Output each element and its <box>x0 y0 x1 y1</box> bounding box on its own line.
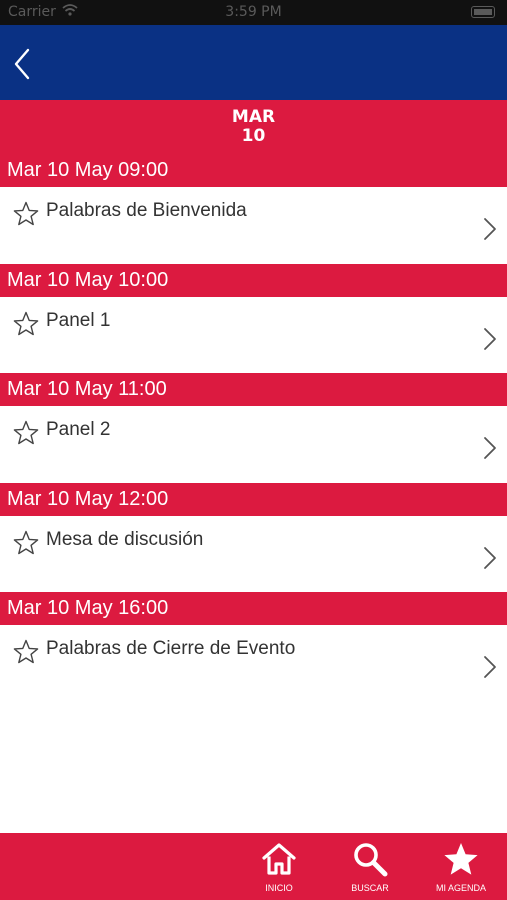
session-time-header: Mar 10 May 09:00 <box>0 154 507 187</box>
navigation-bar <box>0 25 507 100</box>
day-header-day: 10 <box>241 126 266 146</box>
status-bar: Carrier 3:59 PM <box>0 0 507 25</box>
favorite-star-icon[interactable] <box>13 530 39 556</box>
session-row[interactable]: Panel 2 <box>0 406 507 483</box>
day-header: MAR 10 <box>0 100 507 154</box>
chevron-right-icon <box>484 218 496 240</box>
chevron-right-icon <box>484 437 496 459</box>
tab-buscar-label: BUSCAR <box>351 883 389 893</box>
session-slot: Mar 10 May 11:00 Panel 2 <box>0 373 507 483</box>
tab-inicio[interactable]: INICIO <box>234 833 324 900</box>
session-time-header: Mar 10 May 10:00 <box>0 263 507 297</box>
tab-inicio-label: INICIO <box>265 883 293 893</box>
battery-icon <box>471 6 495 18</box>
session-title: Panel 1 <box>46 309 111 331</box>
session-time-header: Mar 10 May 12:00 <box>0 482 507 516</box>
session-title: Palabras de Cierre de Evento <box>46 638 296 659</box>
day-header-weekday: MAR <box>231 107 276 127</box>
session-slot: Mar 10 May 12:00 Mesa de discusión <box>0 482 507 592</box>
favorite-star-icon[interactable] <box>13 420 39 446</box>
tab-bar: INICIO BUSCAR MI AGENDA <box>0 833 507 900</box>
tab-mi-agenda[interactable]: MI AGENDA <box>416 833 506 900</box>
tab-buscar[interactable]: BUSCAR <box>325 833 415 900</box>
session-slot: Mar 10 May 16:00 Palabras de Cierre de E… <box>0 592 507 702</box>
chevron-right-icon <box>484 546 496 569</box>
session-time-header: Mar 10 May 11:00 <box>0 373 507 406</box>
favorite-star-icon[interactable] <box>13 311 39 337</box>
star-icon <box>444 843 478 875</box>
search-icon <box>354 843 388 877</box>
favorite-star-icon[interactable] <box>13 639 39 665</box>
session-time-header: Mar 10 May 16:00 <box>0 592 507 625</box>
chevron-right-icon <box>484 327 496 350</box>
session-row[interactable]: Palabras de Cierre de Evento <box>0 625 507 702</box>
clock: 3:59 PM <box>225 4 282 20</box>
session-row[interactable]: Mesa de discusión <box>0 515 507 592</box>
chevron-right-icon <box>484 656 496 678</box>
session-row[interactable]: Palabras de Bienvenida <box>0 187 507 264</box>
home-icon <box>262 843 296 875</box>
session-title: Panel 2 <box>46 419 111 440</box>
session-title: Palabras de Bienvenida <box>46 200 247 221</box>
back-button[interactable] <box>8 47 40 81</box>
session-row[interactable]: Panel 1 <box>0 296 507 373</box>
session-list: Mar 10 May 09:00 Palabras de Bienvenida … <box>0 154 507 702</box>
tab-mi-agenda-label: MI AGENDA <box>435 883 486 893</box>
session-slot: Mar 10 May 10:00 Panel 1 <box>0 263 507 373</box>
session-slot: Mar 10 May 09:00 Palabras de Bienvenida <box>0 154 507 264</box>
favorite-star-icon[interactable] <box>13 201 39 227</box>
session-title: Mesa de discusión <box>46 528 204 550</box>
